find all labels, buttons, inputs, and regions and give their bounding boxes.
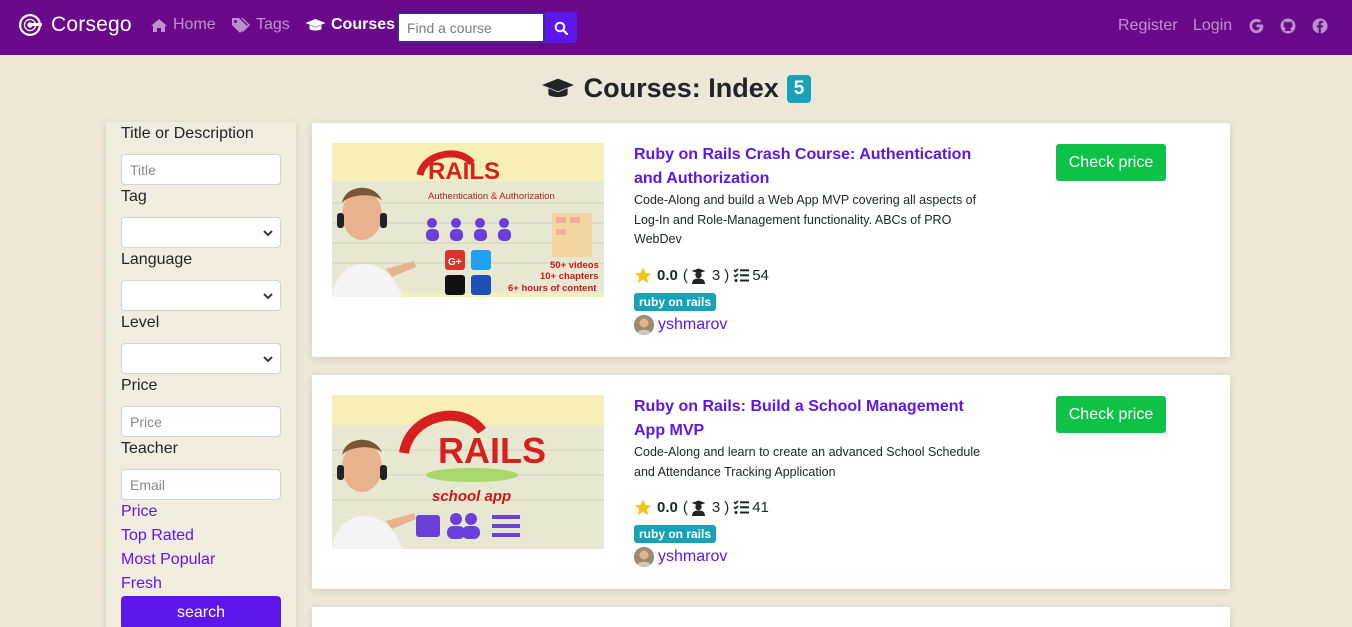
check-price-button[interactable]: Check price — [1056, 144, 1166, 181]
course-enrollments: 3 — [711, 267, 721, 284]
register-link[interactable]: Register — [1118, 17, 1178, 35]
home-icon — [151, 18, 167, 32]
course-rating: 0.0 — [657, 267, 678, 284]
title-filter-label: Title or Description — [121, 125, 254, 142]
course-lessons: 54 — [752, 267, 769, 284]
sort-by-fresh-link[interactable]: Fresh — [121, 575, 162, 593]
graduation-cap-icon — [541, 78, 574, 97]
student-icon — [691, 268, 706, 284]
check-price-button[interactable]: Check price — [1056, 396, 1166, 433]
task-list-icon — [733, 268, 750, 282]
graduation-cap-icon — [305, 18, 326, 30]
tag-filter-label: Tag — [121, 188, 147, 205]
course-card: RAILS school app Ruby on Rails: Build a … — [312, 375, 1230, 589]
course-stats: 0.0 ( 3 ) 54 — [634, 267, 769, 284]
nav-home[interactable]: Home — [150, 16, 216, 34]
corsego-logo-icon — [19, 14, 42, 36]
price-filter-label: Price — [121, 377, 158, 394]
course-tag-badge[interactable]: ruby on rails — [634, 293, 717, 311]
star-icon — [634, 499, 652, 515]
svg-text:RAILS: RAILS — [438, 430, 546, 471]
course-thumbnail[interactable]: RAILS school app — [332, 395, 604, 549]
nav-tags[interactable]: Tags — [231, 16, 290, 34]
task-list-icon — [733, 500, 750, 514]
course-lessons: 41 — [752, 499, 769, 516]
course-author[interactable]: yshmarov — [634, 547, 727, 567]
course-search-button[interactable] — [545, 12, 577, 43]
teacher-filter-label: Teacher — [121, 440, 178, 457]
course-count-badge: 5 — [786, 74, 812, 103]
course-description: Code-Along and learn to create an advanc… — [634, 445, 981, 479]
language-filter-select[interactable] — [121, 280, 281, 311]
enrollments-close-paren: ) — [724, 267, 730, 284]
chevron-down-icon — [263, 230, 273, 237]
filter-sidebar: Title or Description Tag Language Level … — [106, 122, 296, 627]
tag-filter-select[interactable] — [121, 217, 281, 248]
language-filter-label: Language — [121, 251, 193, 268]
page-title: Courses: Index 5 — [0, 73, 1352, 104]
tags-icon — [232, 18, 250, 33]
course-search-input[interactable] — [397, 12, 545, 43]
star-icon — [634, 267, 652, 283]
search-submit-button[interactable]: search — [121, 596, 281, 627]
nav-courses-label: Courses — [331, 16, 396, 33]
nav-tags-label: Tags — [256, 16, 290, 33]
github-icon[interactable] — [1280, 18, 1296, 34]
enrollments-open-paren: ( — [682, 267, 688, 284]
nav-courses[interactable]: Courses — [305, 16, 395, 34]
sort-by-most-popular-link[interactable]: Most Popular — [121, 551, 215, 569]
svg-text:G+: G+ — [448, 257, 462, 268]
course-thumbnail-image: RAILS Authentication & Authorization G+ … — [332, 143, 604, 297]
enrollments-open-paren: ( — [682, 499, 688, 516]
thumbnail-subtitle: school app — [432, 488, 511, 505]
thumbnail-subtitle: Authentication & Authorization — [428, 191, 555, 202]
page-title-text: Courses: Index — [583, 73, 779, 103]
course-title-link[interactable]: Ruby on Rails Crash Course: Authenticati… — [634, 143, 994, 191]
sort-by-top-rated-link[interactable]: Top Rated — [121, 527, 194, 545]
sort-by-price-link[interactable]: Price — [121, 503, 157, 521]
search-icon — [554, 21, 568, 35]
top-navbar: Corsego Home Tags Courses Register Login — [0, 0, 1352, 55]
google-icon[interactable] — [1249, 18, 1264, 34]
brand[interactable]: Corsego — [18, 13, 132, 37]
enrollments-close-paren: ) — [724, 499, 730, 516]
course-thumbnail-image: RAILS school app — [332, 395, 604, 549]
price-filter-input[interactable] — [121, 406, 281, 437]
course-rating: 0.0 — [657, 499, 678, 516]
brand-name: Corsego — [51, 13, 132, 36]
facebook-icon[interactable] — [1312, 18, 1328, 34]
course-card: RAILS Authentication & Authorization G+ … — [312, 123, 1230, 357]
course-title-link[interactable]: Ruby on Rails: Build a School Management… — [634, 395, 994, 443]
title-filter-input[interactable] — [121, 154, 281, 185]
nav-home-label: Home — [173, 16, 216, 33]
course-enrollments: 3 — [711, 499, 721, 516]
student-icon — [691, 500, 706, 516]
author-avatar — [634, 547, 654, 567]
course-thumbnail[interactable]: RAILS Authentication & Authorization G+ … — [332, 143, 604, 297]
svg-text:RAILS: RAILS — [428, 158, 500, 185]
author-avatar — [634, 315, 654, 335]
course-author[interactable]: yshmarov — [634, 315, 727, 335]
level-filter-select[interactable] — [121, 343, 281, 374]
level-filter-label: Level — [121, 314, 160, 331]
thumbnail-note-hours: 6+ hours of content — [508, 283, 597, 294]
course-card — [312, 607, 1230, 627]
thumbnail-note-videos: 50+ videos — [550, 260, 599, 271]
author-name: yshmarov — [658, 316, 728, 333]
chevron-down-icon — [263, 293, 273, 300]
login-link[interactable]: Login — [1193, 17, 1232, 35]
teacher-filter-input[interactable] — [121, 469, 281, 500]
author-name: yshmarov — [658, 548, 728, 565]
course-description: Code-Along and build a Web App MVP cover… — [634, 193, 977, 246]
course-tag-badge[interactable]: ruby on rails — [634, 525, 717, 543]
course-stats: 0.0 ( 3 ) 41 — [634, 499, 769, 516]
thumbnail-note-chapters: 10+ chapters — [540, 271, 598, 282]
chevron-down-icon — [263, 356, 273, 363]
